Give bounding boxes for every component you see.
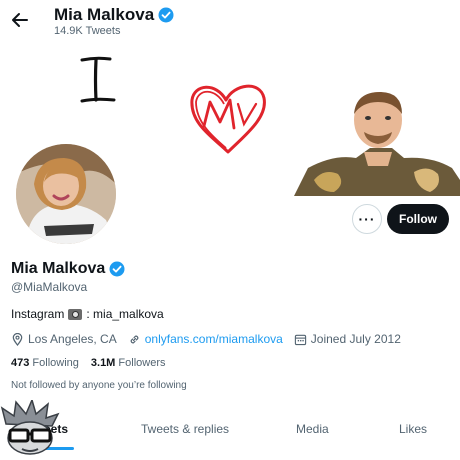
heart-icon xyxy=(190,84,266,154)
website-link[interactable]: onlyfans.com/miamalkova xyxy=(145,332,283,346)
back-arrow-icon[interactable] xyxy=(10,10,30,30)
not-followed-notice: Not followed by anyone you’re following xyxy=(11,380,187,391)
verified-badge-icon xyxy=(158,7,174,23)
header-title: Mia Malkova xyxy=(54,5,174,25)
location-text: Los Angeles, CA xyxy=(28,332,117,346)
tab-media[interactable]: Media xyxy=(296,422,329,436)
banner-photo xyxy=(294,88,460,196)
tweet-count: 14.9K Tweets xyxy=(54,25,121,37)
link-icon xyxy=(130,335,139,343)
top-bar: Mia Malkova 14.9K Tweets xyxy=(0,0,460,46)
handwritten-letter xyxy=(80,56,116,103)
camera-emoji-icon xyxy=(68,308,83,320)
followers-label: Followers xyxy=(118,357,166,369)
profile-bio: Instagram : mia_malkova xyxy=(11,307,164,321)
join-date: Joined July 2012 xyxy=(294,332,401,346)
following-link[interactable]: 473 Following xyxy=(11,357,79,369)
website[interactable]: onlyfans.com/miamalkova xyxy=(128,332,283,346)
more-options-icon: ··· xyxy=(358,211,376,227)
header-name: Mia Malkova xyxy=(54,5,155,24)
profile-name-text: Mia Malkova xyxy=(11,260,106,277)
profile-tabs: eets Tweets & replies Media Likes xyxy=(0,410,460,450)
following-label: Following xyxy=(32,357,79,369)
calendar-icon xyxy=(294,334,306,345)
location-pin-icon xyxy=(12,332,23,346)
following-count: 473 xyxy=(11,357,30,369)
join-date-text: Joined July 2012 xyxy=(310,332,401,346)
profile-avatar[interactable] xyxy=(13,141,119,247)
bio-prefix: Instagram xyxy=(11,307,65,321)
profile-name: Mia Malkova xyxy=(11,260,125,278)
tab-tweets-replies[interactable]: Tweets & replies xyxy=(141,422,229,436)
tab-likes[interactable]: Likes xyxy=(399,422,427,436)
followers-count: 3.1M xyxy=(90,357,116,369)
bio-suffix: : mia_malkova xyxy=(86,307,164,321)
profile-meta: Los Angeles, CA onlyfans.com/miamalkova … xyxy=(11,332,412,346)
follow-button-label: Follow xyxy=(399,212,437,226)
watermark-mascot-logo xyxy=(0,400,60,455)
follow-stats: 473 Following 3.1M Followers xyxy=(11,357,166,369)
more-options-button[interactable]: ··· xyxy=(352,204,382,234)
followers-link[interactable]: 3.1M Followers xyxy=(91,357,166,369)
avatar-photo xyxy=(16,144,116,244)
location: Los Angeles, CA xyxy=(11,332,117,346)
profile-handle: @MiaMalkova xyxy=(11,280,88,294)
follow-button[interactable]: Follow xyxy=(387,204,449,234)
verified-badge-icon xyxy=(109,261,125,277)
